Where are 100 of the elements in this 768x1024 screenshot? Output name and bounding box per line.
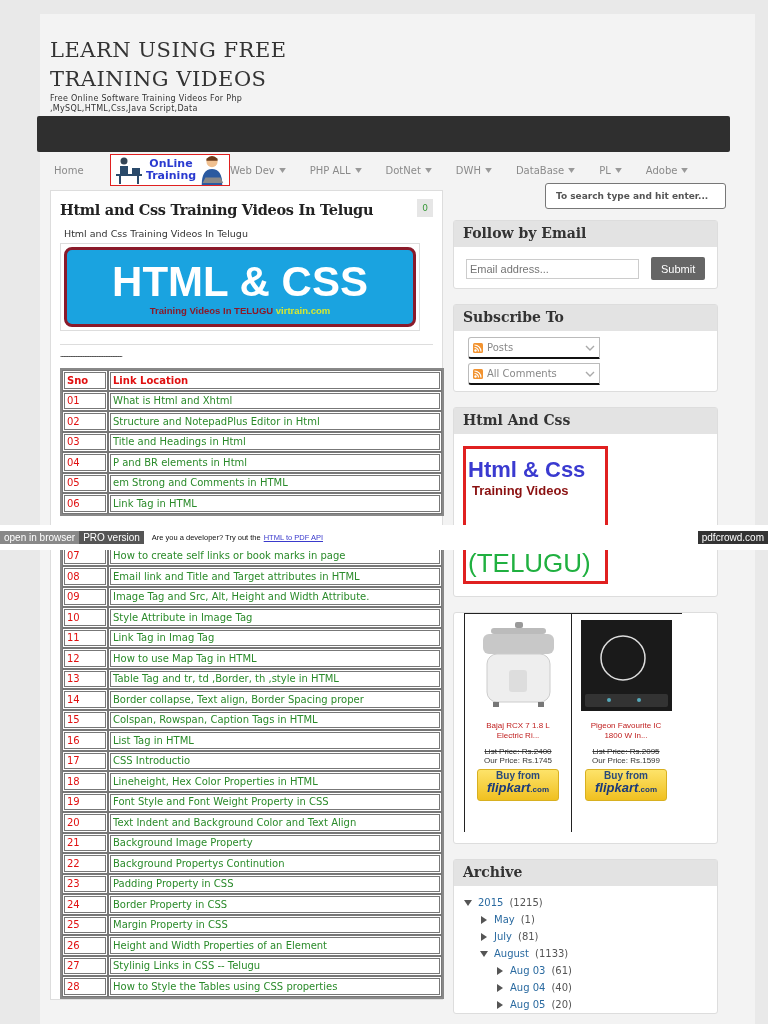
expand-arrow-icon[interactable] bbox=[496, 1000, 504, 1009]
post-title[interactable]: Html and Css Training Videos In Telugu bbox=[60, 201, 374, 218]
archive-link[interactable]: August bbox=[494, 948, 529, 959]
table-cell: 10 bbox=[62, 607, 108, 628]
archive-link[interactable]: Aug 04 bbox=[510, 982, 546, 993]
archive-link[interactable]: May bbox=[494, 914, 515, 925]
expand-arrow-icon[interactable] bbox=[496, 983, 504, 992]
submit-button[interactable]: Submit bbox=[651, 257, 705, 280]
site-tagline: Free Online Software Training Videos For Php ,MySQL,HTML,Css,Java Script,Data bbox=[50, 94, 244, 114]
collapse-arrow-icon[interactable] bbox=[480, 949, 488, 958]
nav-item[interactable]: PHP ALL bbox=[309, 164, 362, 176]
caret-icon bbox=[278, 167, 286, 173]
archive-link[interactable]: Aug 05 bbox=[510, 999, 546, 1010]
table-cell: 15 bbox=[62, 709, 108, 730]
table-cell: 27 bbox=[62, 955, 108, 976]
table-cell: Font Style and Font Weight Property in CSS bbox=[108, 791, 442, 812]
feed-dropdown[interactable]: All Comments bbox=[468, 363, 600, 385]
table-header: Sno bbox=[62, 370, 108, 391]
pdfcrowd-brand[interactable]: pdfcrowd.com bbox=[697, 531, 768, 544]
archive-count: (81) bbox=[518, 931, 539, 942]
site-title[interactable]: LEARN USING FREE TRAINING VIDEOS bbox=[50, 36, 310, 94]
rss-icon bbox=[473, 342, 483, 353]
table-cell: Email link and Title and Target attributes in HTML bbox=[108, 566, 442, 587]
table-cell: 13 bbox=[62, 668, 108, 689]
nav-item[interactable]: Home bbox=[54, 164, 110, 176]
archive-link[interactable]: July bbox=[494, 931, 512, 942]
nav-item[interactable]: DWH bbox=[455, 164, 492, 176]
widget-title: Follow by Email bbox=[454, 221, 717, 247]
table-cell: List Tag in HTML bbox=[108, 730, 442, 751]
table-cell: 23 bbox=[62, 873, 108, 894]
archive-link[interactable]: 2015 bbox=[478, 897, 504, 908]
rss-icon bbox=[473, 368, 483, 379]
table-cell: Margin Property in CSS bbox=[108, 914, 442, 935]
caret-icon bbox=[681, 167, 689, 173]
table-cell: 26 bbox=[62, 935, 108, 956]
table-cell: Background Image Property bbox=[108, 832, 442, 853]
expand-arrow-icon[interactable] bbox=[496, 966, 504, 975]
feed-dropdown[interactable]: Posts bbox=[468, 337, 600, 359]
expand-arrow-icon[interactable] bbox=[480, 915, 488, 924]
table-cell: Image Tag and Src, Alt, Height and Width Attribute. bbox=[108, 586, 442, 607]
table-cell: 06 bbox=[62, 493, 108, 514]
table-cell: Border Property in CSS bbox=[108, 894, 442, 915]
open-in-browser-button[interactable]: open in browser bbox=[0, 531, 80, 544]
archive-count: (1215) bbox=[509, 897, 543, 908]
nav-item[interactable]: PL bbox=[599, 164, 622, 176]
nav-item[interactable]: Adobe bbox=[645, 164, 689, 176]
table-cell: em Strong and Comments in HTML bbox=[108, 472, 442, 493]
table-cell: 09 bbox=[62, 586, 108, 607]
dashed-separator: ----------------------------------- bbox=[60, 350, 123, 362]
collapse-arrow-icon[interactable] bbox=[464, 898, 472, 907]
table-cell: 01 bbox=[62, 390, 108, 411]
expand-arrow-icon[interactable] bbox=[480, 932, 488, 941]
caret-icon bbox=[614, 167, 622, 173]
table-header: Link Location bbox=[108, 370, 442, 391]
archive-link[interactable]: Aug 03 bbox=[510, 965, 546, 976]
table-cell: Height and Width Properties of an Element bbox=[108, 935, 442, 956]
table-cell: Text Indent and Background Color and Text Align bbox=[108, 812, 442, 833]
table-cell: 22 bbox=[62, 853, 108, 874]
email-field[interactable]: Email address... bbox=[466, 258, 640, 279]
buy-button[interactable]: Buy from flipkart.com bbox=[585, 769, 667, 801]
table-cell: 24 bbox=[62, 894, 108, 915]
search-field[interactable]: To search type and hit enter... bbox=[545, 183, 726, 209]
nav-item[interactable]: DotNet bbox=[385, 164, 432, 176]
table-cell: Border collapse, Text align, Border Spacing proper bbox=[108, 689, 442, 710]
list-price: List Price: Rs.2400 bbox=[484, 747, 552, 756]
table-cell: P and BR elements in Html bbox=[108, 452, 442, 473]
caret-icon bbox=[354, 167, 362, 173]
buy-button[interactable]: Buy from flipkart.com bbox=[477, 769, 559, 801]
table-cell: 21 bbox=[62, 832, 108, 853]
archive-count: (1133) bbox=[535, 948, 569, 959]
table-cell: 04 bbox=[62, 452, 108, 473]
table-cell: Structure and NotepadPlus Editor in Html bbox=[108, 411, 442, 432]
chevron-icon bbox=[585, 344, 595, 351]
product-name[interactable]: Pigeon Favourite IC 1800 W In... bbox=[586, 721, 666, 741]
widget-title: Subscribe To bbox=[454, 305, 717, 331]
table-cell: 16 bbox=[62, 730, 108, 751]
caret-icon bbox=[484, 167, 492, 173]
nav-item[interactable]: Web Dev bbox=[230, 164, 286, 176]
product-name[interactable]: Bajaj RCX 7 1.8 L Electric Ri... bbox=[478, 721, 558, 741]
banner-tagline: Training Videos In TELUGU virtrain.com bbox=[149, 304, 331, 316]
ad-language: (TELUGU) bbox=[468, 548, 592, 578]
nav-item[interactable]: DataBase bbox=[515, 164, 576, 176]
table-cell: CSS Introductio bbox=[108, 750, 442, 771]
ad-headline: Html & Css bbox=[468, 457, 587, 483]
table-cell: 05 bbox=[62, 472, 108, 493]
archive-count: (61) bbox=[551, 965, 572, 976]
table-cell: Link Tag in Imag Tag bbox=[108, 627, 442, 648]
online-training-logo[interactable]: OnLine Training bbox=[110, 154, 230, 186]
archive-count: (1) bbox=[520, 914, 535, 925]
logo-text: OnLine Training bbox=[145, 158, 197, 182]
list-price: List Price: Rs.2095 bbox=[592, 747, 660, 756]
table-cell: What is Html and Xhtml bbox=[108, 390, 442, 411]
table-cell: 12 bbox=[62, 648, 108, 669]
table-cell: Title and Headings in Html bbox=[108, 431, 442, 452]
pro-version-button[interactable]: PRO version bbox=[79, 531, 144, 544]
caret-icon bbox=[424, 167, 432, 173]
table-cell: Stylinig Links in CSS -- Telugu bbox=[108, 955, 442, 976]
widget-title: Archive bbox=[454, 860, 717, 886]
table-cell: Colspan, Rowspan, Caption Tags in HTML bbox=[108, 709, 442, 730]
table-cell: 25 bbox=[62, 914, 108, 935]
